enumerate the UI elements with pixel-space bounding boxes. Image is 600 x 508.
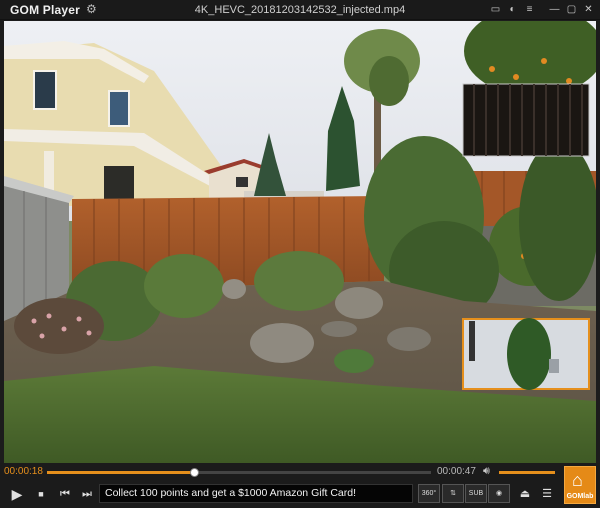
subtitle-button[interactable]: SUB — [465, 484, 487, 503]
title-bar: GOM Player ⚙ 4K_HEVC_20181203142532_inje… — [0, 0, 600, 20]
audio-mode-icon[interactable]: ◐ — [505, 2, 520, 17]
maximize-icon[interactable]: ▢ — [564, 2, 579, 17]
video-frame[interactable] — [4, 21, 596, 463]
gear-icon[interactable]: ⚙ — [86, 2, 97, 16]
view-mode-icon[interactable]: ▭ — [488, 2, 503, 17]
capture-button[interactable]: ◉ — [488, 484, 510, 503]
home-icon: ⌂ — [572, 470, 583, 490]
volume-level — [499, 471, 555, 474]
stop-icon[interactable]: ■ — [32, 485, 50, 503]
equalizer-button[interactable]: ⇅ — [442, 484, 464, 503]
close-icon[interactable]: ✕ — [581, 2, 596, 17]
menu-icon[interactable]: ☰ — [538, 485, 556, 503]
minimize-icon[interactable]: — — [547, 2, 562, 17]
promo-banner[interactable]: Collect 100 points and get a $1000 Amazo… — [99, 484, 413, 503]
window-controls: ▭ ◐ ≡ — ▢ ✕ — [488, 2, 596, 17]
next-icon[interactable]: ⏭︎ — [78, 485, 96, 503]
previous-icon[interactable]: ⏮︎ — [56, 485, 74, 503]
volume-slider[interactable] — [499, 471, 555, 474]
volume-icon[interactable]: 🔊︎ — [483, 465, 490, 478]
gomlab-button[interactable]: ⌂ GOMlab — [564, 466, 596, 504]
control-bar: ▶ ■ ⏮︎ ⏭︎ Collect 100 points and get a $… — [0, 481, 600, 508]
seek-progress — [47, 471, 195, 474]
video-image — [4, 21, 596, 463]
app-logo: GOM Player — [10, 3, 81, 17]
seek-row: 00:00:18 00:00:47 🔊︎ — [0, 463, 600, 481]
eject-icon[interactable]: ⏏ — [516, 485, 534, 503]
play-icon[interactable]: ▶ — [8, 485, 26, 503]
pin-icon[interactable]: ≡ — [522, 2, 537, 17]
seek-bar[interactable] — [47, 468, 431, 477]
total-time: 00:00:47 — [437, 466, 476, 477]
360-view-button[interactable]: 360° — [418, 484, 440, 503]
seek-handle[interactable] — [190, 468, 200, 477]
current-time: 00:00:18 — [4, 466, 43, 477]
gomlab-label: GOMlab — [566, 493, 594, 500]
